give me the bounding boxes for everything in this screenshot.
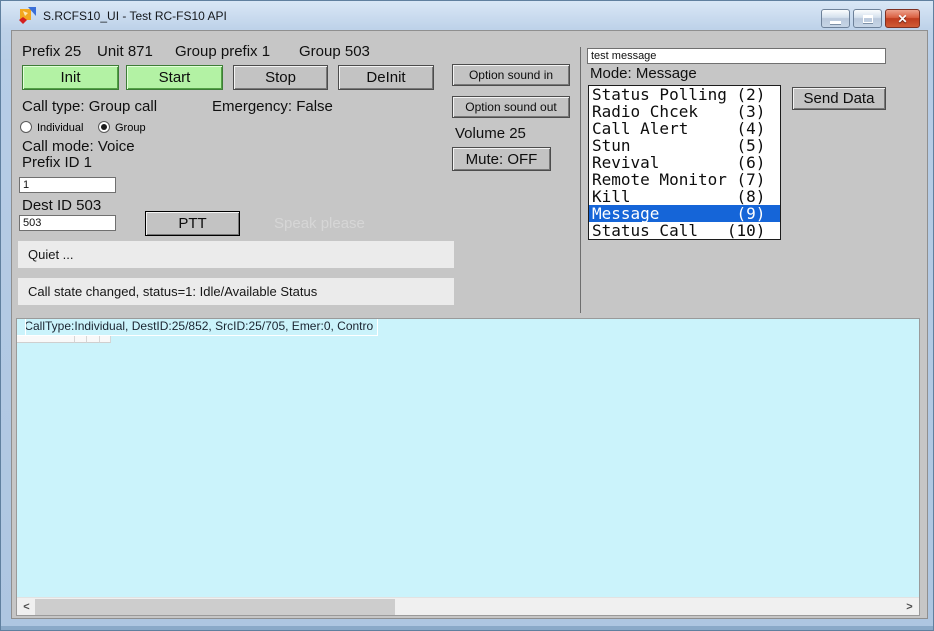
listbox-item[interactable]: Revival (6) bbox=[589, 154, 780, 171]
mute-button[interactable]: Mute: OFF bbox=[452, 147, 551, 171]
mode-label: Mode: Message bbox=[590, 65, 697, 82]
prefix-id-label: Prefix ID 1 bbox=[22, 154, 92, 171]
scrollbar-thumb[interactable] bbox=[35, 599, 395, 615]
listbox-item[interactable]: Status Polling (2) bbox=[589, 86, 780, 103]
send-data-button[interactable]: Send Data bbox=[792, 87, 886, 110]
group-label: Group 503 bbox=[299, 43, 370, 60]
call-state-panel: Call state changed, status=1: Idle/Avail… bbox=[18, 278, 454, 305]
ptt-button[interactable]: PTT bbox=[145, 211, 240, 236]
listbox-item[interactable]: Stun (5) bbox=[589, 137, 780, 154]
volume-label: Volume 25 bbox=[455, 125, 526, 142]
maximize-icon bbox=[863, 15, 873, 23]
listbox-item[interactable]: Kill (8) bbox=[589, 188, 780, 205]
panel-divider bbox=[580, 47, 581, 313]
window-bottom-border bbox=[1, 626, 933, 630]
dest-id-label: Dest ID 503 bbox=[22, 197, 101, 214]
prefix-id-input[interactable] bbox=[19, 177, 116, 193]
stop-button[interactable]: Stop bbox=[233, 65, 328, 90]
individual-radio[interactable] bbox=[20, 121, 32, 133]
client-area: Prefix 25 Unit 871 Group prefix 1 Group … bbox=[11, 30, 928, 619]
app-window: S.RCFS10_UI - Test RC-FS10 API ✕ Prefix … bbox=[0, 0, 934, 631]
speak-hint-label: Speak please bbox=[274, 215, 365, 232]
deinit-button[interactable]: DeInit bbox=[338, 65, 434, 90]
audio-status-panel: Quiet ... bbox=[18, 241, 454, 268]
scroll-left-arrow-icon: < bbox=[23, 601, 29, 613]
minimize-icon bbox=[830, 21, 841, 24]
grid-cell[interactable]: [CallType:Individual, DestID:25/852, Src… bbox=[17, 319, 378, 336]
test-message-input[interactable] bbox=[587, 48, 886, 64]
emergency-label: Emergency: False bbox=[212, 98, 333, 115]
individual-radio-label[interactable]: Individual bbox=[37, 122, 83, 134]
option-sound-in-button[interactable]: Option sound in bbox=[452, 64, 570, 86]
listbox-item[interactable]: Call Alert (4) bbox=[589, 120, 780, 137]
group-prefix-label: Group prefix 1 bbox=[175, 43, 270, 60]
close-icon: ✕ bbox=[897, 13, 907, 25]
titlebar[interactable]: S.RCFS10_UI - Test RC-FS10 API ✕ bbox=[1, 1, 933, 30]
scroll-right-button[interactable]: > bbox=[901, 598, 918, 615]
window-title: S.RCFS10_UI - Test RC-FS10 API bbox=[43, 9, 227, 23]
unit-label: Unit 871 bbox=[97, 43, 153, 60]
empty-cell bbox=[17, 319, 26, 336]
scroll-left-button[interactable]: < bbox=[18, 598, 35, 615]
window-controls: ✕ bbox=[821, 9, 920, 28]
dest-id-input[interactable] bbox=[19, 215, 116, 231]
start-button[interactable]: Start bbox=[126, 65, 223, 90]
close-button[interactable]: ✕ bbox=[885, 9, 920, 28]
maximize-button[interactable] bbox=[853, 9, 882, 28]
listbox-item[interactable]: Status Call (10) bbox=[589, 222, 780, 239]
scroll-right-arrow-icon: > bbox=[906, 601, 912, 613]
listbox-item[interactable]: Radio Chcek (3) bbox=[589, 103, 780, 120]
group-radio[interactable] bbox=[98, 121, 110, 133]
call-mode-label: Call mode: Voice bbox=[22, 138, 135, 155]
init-button[interactable]: Init bbox=[22, 65, 119, 90]
prefix-label: Prefix 25 bbox=[22, 43, 81, 60]
group-radio-label[interactable]: Group bbox=[115, 122, 146, 134]
listbox-item[interactable]: Remote Monitor (7) bbox=[589, 171, 780, 188]
listbox-item[interactable]: Message (9) bbox=[589, 205, 780, 222]
event-grid: OfferingTypeTxtCallTypeTxtDestPrefixDest… bbox=[16, 318, 920, 616]
message-type-listbox[interactable]: Status Polling (2)Radio Chcek (3)Call Al… bbox=[588, 85, 781, 240]
minimize-button[interactable] bbox=[821, 9, 850, 28]
horizontal-scrollbar[interactable]: < > bbox=[17, 597, 919, 615]
call-type-label: Call type: Group call bbox=[22, 98, 157, 115]
option-sound-out-button[interactable]: Option sound out bbox=[452, 96, 570, 118]
app-icon bbox=[19, 7, 36, 24]
